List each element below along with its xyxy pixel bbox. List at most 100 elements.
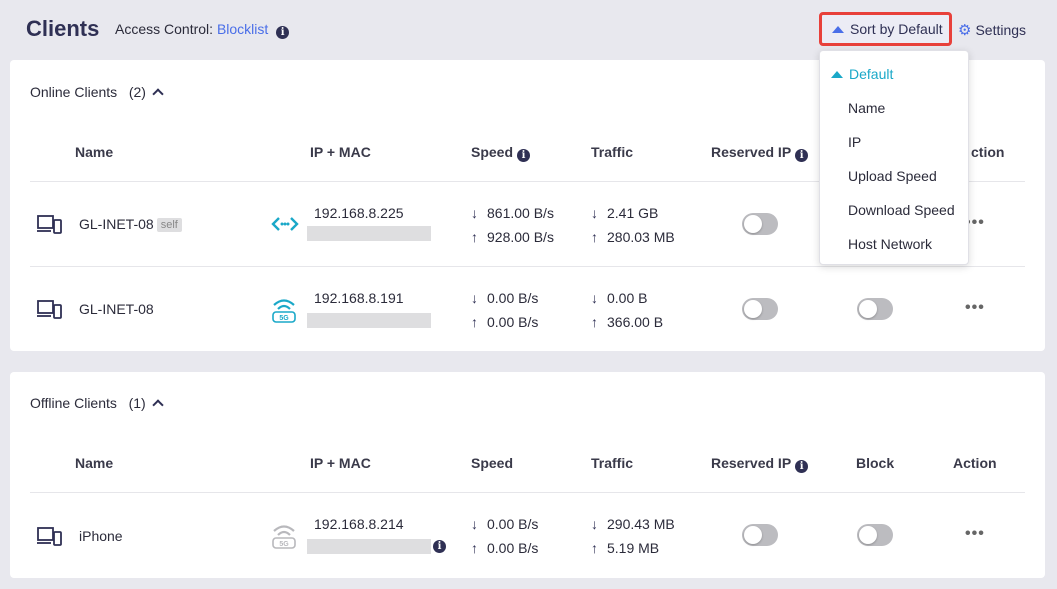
offline-clients-card: Offline Clients (1) Name IP + MAC Speed … [10,372,1045,578]
sort-button[interactable]: Sort by Default [819,12,952,46]
sort-option-name[interactable]: Name [848,100,885,116]
client-name: GL-INET-08 [79,301,154,317]
col-traffic: Traffic [591,455,634,471]
info-icon[interactable]: i [276,26,290,39]
mac-redacted [307,539,431,554]
info-icon[interactable]: i [795,460,809,473]
divider [30,492,1025,493]
upload-speed: ↑ 0.00 B/s [471,540,538,556]
upload-traffic-text: 5.19 MB [607,540,660,556]
sort-option-download-speed[interactable]: Download Speed [848,202,955,218]
sort-option-default[interactable]: Default [831,66,893,82]
offline-clients-count: (1) [128,395,146,411]
client-name: GL-INET-08 self [79,216,182,232]
download-speed: ↓ 0.00 B/s [471,290,538,306]
download-speed-text: 0.00 B/s [487,290,539,306]
client-ip: 192.168.8.214 [314,516,404,532]
download-traffic-text: 0.00 B [607,290,648,306]
col-action: ction [971,144,1005,160]
col-ip-mac: IP + MAC [310,455,371,471]
divider [30,266,1025,267]
client-ip: 192.168.8.225 [314,205,404,221]
download-speed: ↓ 861.00 B/s [471,205,554,221]
access-control: Access Control: Blocklist i [115,21,290,39]
sort-option-ip[interactable]: IP [848,134,861,150]
download-traffic: ↓ 0.00 B [591,290,647,306]
devices-icon [37,527,62,546]
download-speed-text: 861.00 B/s [487,205,554,221]
page-title: Clients [26,16,100,41]
access-control-label: Access Control: [115,21,214,37]
chevron-up-icon [152,399,164,411]
col-ip-mac: IP + MAC [310,144,371,160]
sort-option-upload-speed[interactable]: Upload Speed [848,168,937,184]
settings-button[interactable]: ⚙ Settings [958,21,1026,39]
settings-label: Settings [975,22,1027,38]
arrow-down-icon: ↓ [471,290,478,306]
info-icon[interactable]: i [517,149,531,162]
more-actions-button[interactable]: ••• [965,525,985,543]
wifi-5g-icon: 5G [272,525,296,549]
self-badge: self [156,218,182,232]
arrow-down-icon: ↓ [591,516,598,532]
sort-option-host-network[interactable]: Host Network [848,236,932,252]
arrow-down-icon: ↓ [591,205,598,221]
upload-speed: ↑ 928.00 B/s [471,229,554,245]
col-speed-label: Speed [471,144,514,160]
mac-redacted [307,313,431,328]
wifi-5g-icon: 5G [272,299,296,323]
upload-traffic: ↑ 5.19 MB [591,540,659,556]
chevron-up-icon [152,88,164,100]
upload-traffic-text: 366.00 B [607,314,664,330]
upload-speed: ↑ 0.00 B/s [471,314,538,330]
lan-icon [271,217,299,231]
wifi-band-label: 5G [279,315,289,322]
offline-clients-title: Offline Clients [30,395,117,411]
download-traffic-text: 290.43 MB [607,516,675,532]
client-name-text: GL-INET-08 [79,216,154,232]
access-control-link[interactable]: Blocklist [217,21,268,37]
sort-dropdown: Default Name IP Upload Speed Download Sp… [819,50,969,265]
sort-label: Sort by Default [850,21,943,37]
info-icon[interactable]: i [433,540,446,553]
download-speed: ↓ 0.00 B/s [471,516,538,532]
sort-option-label: Default [849,66,894,82]
block-toggle[interactable] [857,298,893,320]
wifi-band-label: 5G [279,541,289,548]
col-block: Block [856,455,895,471]
upload-speed-text: 0.00 B/s [487,540,539,556]
more-actions-button[interactable]: ••• [965,299,985,317]
caret-up-icon [831,71,843,78]
col-name[interactable]: Name [75,144,113,160]
download-traffic: ↓ 290.43 MB [591,516,675,532]
reserved-ip-toggle[interactable] [742,524,778,546]
client-name: iPhone [79,528,123,544]
col-reserved-ip-label: Reserved IP [711,455,792,471]
upload-speed-text: 928.00 B/s [487,229,554,245]
reserved-ip-toggle[interactable] [742,213,778,235]
block-toggle[interactable] [857,524,893,546]
devices-icon [37,215,62,234]
info-icon[interactable]: i [795,149,809,162]
col-name[interactable]: Name [75,455,113,471]
online-clients-title: Online Clients [30,84,118,100]
arrow-up-icon: ↑ [471,540,478,556]
offline-clients-toggle[interactable]: Offline Clients (1) [30,395,164,411]
col-action: Action [953,455,997,471]
mac-redacted [307,226,431,241]
col-reserved-ip: Reserved IP i [711,455,809,473]
reserved-ip-toggle[interactable] [742,298,778,320]
online-clients-count: (2) [128,84,146,100]
arrow-up-icon: ↑ [471,229,478,245]
arrow-up-icon: ↑ [591,229,598,245]
col-speed: Speed i [471,144,531,162]
arrow-up-icon: ↑ [591,540,598,556]
col-speed: Speed [471,455,514,471]
upload-traffic: ↑ 280.03 MB [591,229,675,245]
download-traffic-text: 2.41 GB [607,205,659,221]
upload-speed-text: 0.00 B/s [487,314,539,330]
arrow-down-icon: ↓ [471,205,478,221]
online-clients-toggle[interactable]: Online Clients (2) [30,84,164,100]
gear-icon: ⚙ [958,22,972,39]
arrow-down-icon: ↓ [591,290,598,306]
